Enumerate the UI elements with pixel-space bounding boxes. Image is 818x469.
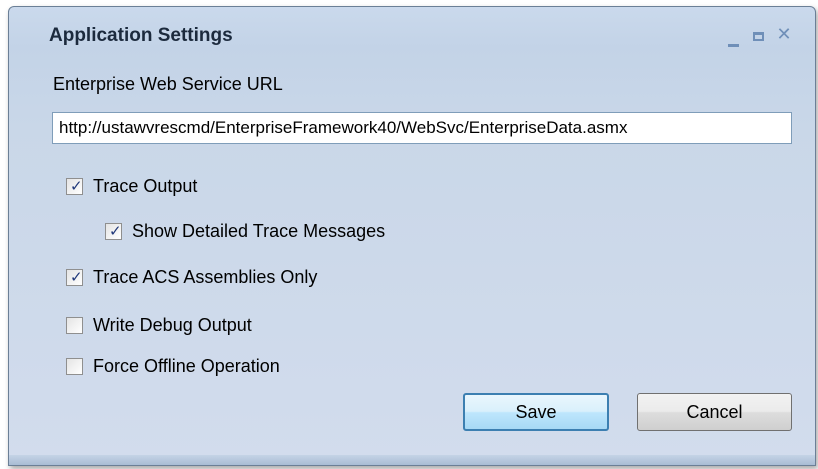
window-bottom-edge [9,455,815,465]
url-field-label: Enterprise Web Service URL [53,74,283,94]
checkmark-icon: ✓ [109,222,122,240]
write-debug-label: Write Debug Output [93,314,252,335]
show-detailed-trace-option[interactable]: ✓ Show Detailed Trace Messages [105,219,385,243]
trace-acs-only-checkbox[interactable]: ✓ [66,268,83,286]
force-offline-label: Force Offline Operation [93,355,280,376]
show-detailed-trace-checkbox[interactable]: ✓ [105,222,122,240]
write-debug-option[interactable]: Write Debug Output [66,313,252,337]
trace-output-checkbox[interactable]: ✓ [66,177,83,195]
dialog-content: Enterprise Web Service URL ✓ Trace Outpu… [9,7,815,465]
trace-acs-only-label: Trace ACS Assemblies Only [93,266,318,287]
url-input[interactable] [52,112,792,144]
trace-acs-only-option[interactable]: ✓ Trace ACS Assemblies Only [66,265,317,289]
checkmark-icon: ✓ [70,268,83,286]
force-offline-option[interactable]: Force Offline Operation [66,354,280,378]
write-debug-checkbox[interactable] [66,316,83,334]
save-button[interactable]: Save [463,393,609,431]
cancel-button[interactable]: Cancel [637,393,792,431]
show-detailed-trace-label: Show Detailed Trace Messages [132,220,386,241]
checkmark-icon: ✓ [70,177,83,195]
force-offline-checkbox[interactable] [66,357,83,375]
trace-output-label: Trace Output [93,175,198,196]
settings-dialog: Application Settings ✕ Enterprise Web Se… [8,6,816,466]
trace-output-option[interactable]: ✓ Trace Output [66,174,197,198]
